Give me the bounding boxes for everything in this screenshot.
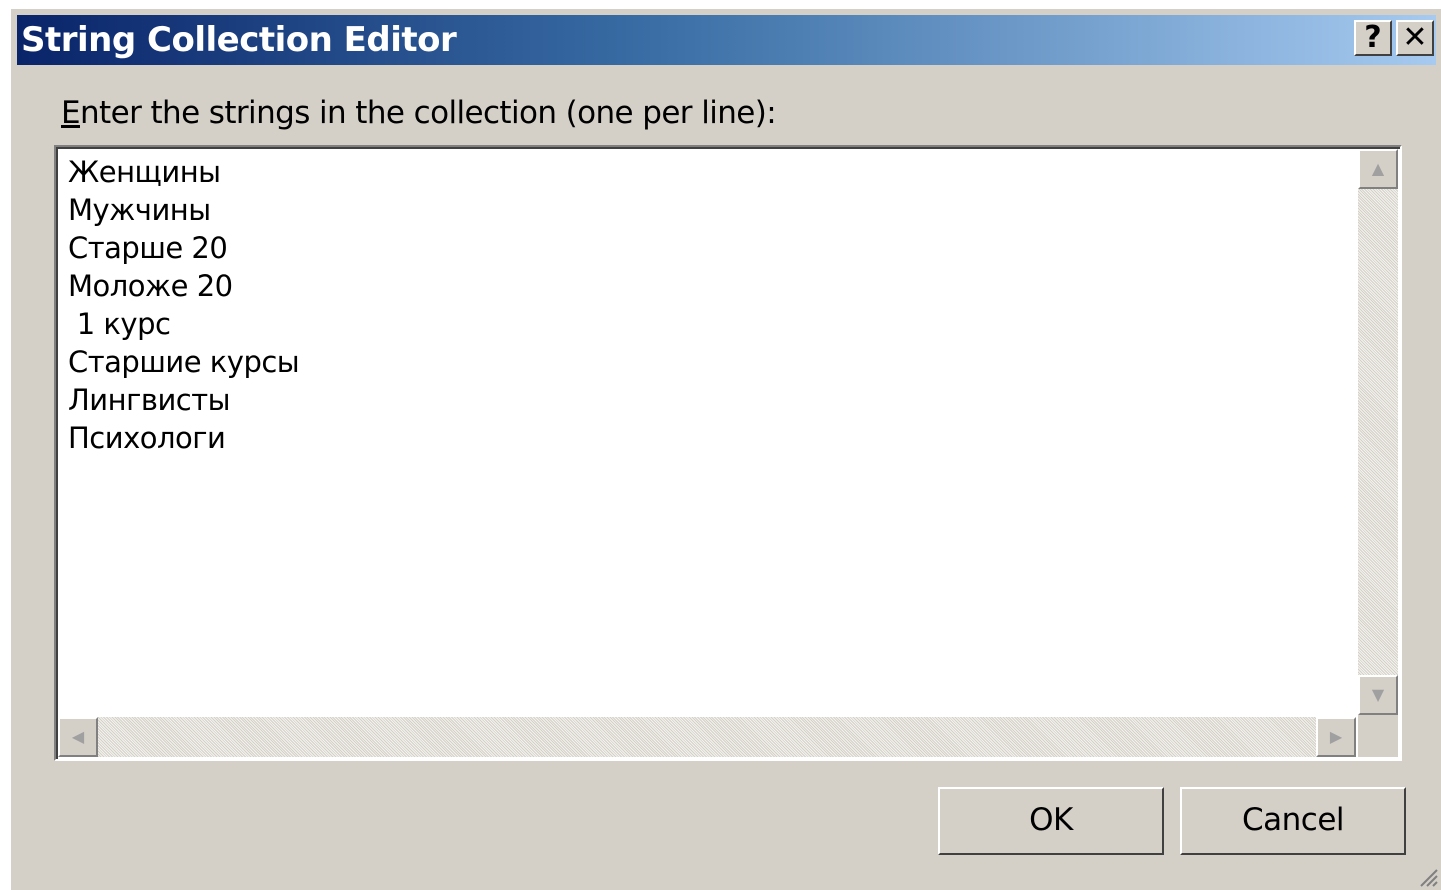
title-bar[interactable]: String Collection Editor ? ✕ [17, 15, 1436, 65]
textarea-content[interactable]: Женщины Мужчины Старше 20 Моложе 20 1 ку… [68, 153, 300, 457]
window-title: String Collection Editor [21, 20, 457, 60]
scroll-left-button[interactable]: ◀ [58, 717, 98, 757]
instruction-text: nter the strings in the collection (one … [80, 95, 777, 131]
text-line: Женщины [68, 155, 221, 189]
text-line: Старше 20 [68, 231, 228, 265]
instruction-label: Enter the strings in the collection (one… [61, 95, 777, 131]
textarea-frame: Женщины Мужчины Старше 20 Моложе 20 1 ку… [56, 147, 1400, 759]
text-line: Психологи [68, 421, 226, 455]
text-line: 1 курс [68, 307, 171, 341]
help-button[interactable]: ? [1354, 20, 1392, 56]
resize-grip-icon[interactable] [1415, 864, 1439, 888]
text-line: Лингвисты [68, 383, 231, 417]
text-line: Старшие курсы [68, 345, 300, 379]
scroll-right-button[interactable]: ▶ [1316, 717, 1356, 757]
instruction-accelerator: E [61, 95, 81, 131]
strings-textarea[interactable]: Женщины Мужчины Старше 20 Моложе 20 1 ку… [54, 145, 1402, 761]
arrow-left-icon: ◀ [71, 727, 85, 746]
cancel-button[interactable]: Cancel [1180, 787, 1406, 855]
horizontal-scrollbar[interactable]: ◀ ▶ [58, 717, 1356, 757]
arrow-down-icon: ▼ [1371, 685, 1385, 704]
string-collection-editor-dialog: String Collection Editor ? ✕ Enter the s… [10, 8, 1441, 890]
arrow-right-icon: ▶ [1329, 727, 1343, 746]
text-line: Моложе 20 [68, 269, 233, 303]
question-mark-icon: ? [1364, 20, 1382, 55]
vertical-scrollbar[interactable]: ▲ ▼ [1358, 149, 1398, 715]
close-icon: ✕ [1402, 20, 1428, 55]
scrollbar-corner [1358, 715, 1398, 757]
close-button[interactable]: ✕ [1396, 20, 1434, 56]
scroll-up-button[interactable]: ▲ [1358, 149, 1398, 189]
text-line: Мужчины [68, 193, 211, 227]
ok-button[interactable]: OK [938, 787, 1164, 855]
scroll-down-button[interactable]: ▼ [1358, 675, 1398, 715]
arrow-up-icon: ▲ [1371, 159, 1385, 178]
